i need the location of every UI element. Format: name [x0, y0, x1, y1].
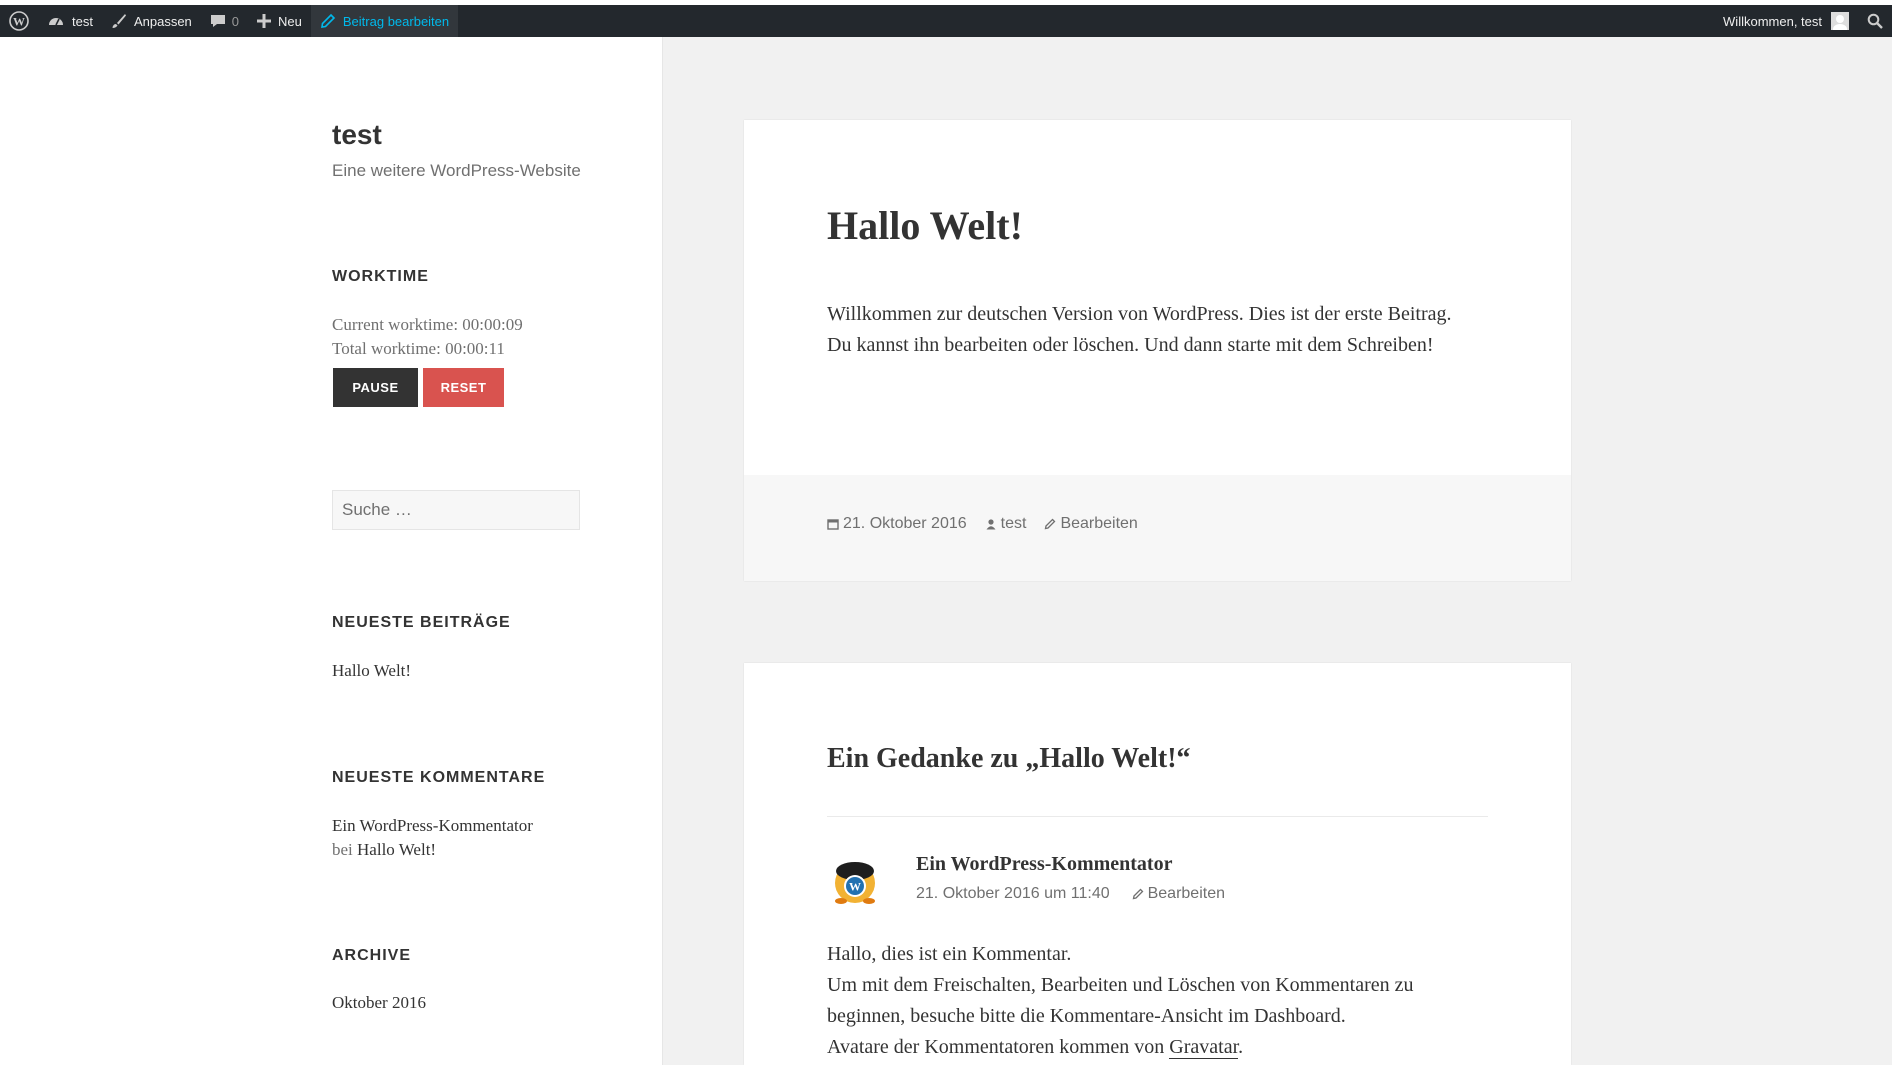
total-worktime: Total worktime: 00:00:11 — [332, 339, 505, 358]
post-edit: Bearbeiten — [1060, 515, 1138, 532]
comments-title: Ein Gedanke zu „Hallo Welt!“ — [827, 743, 1191, 774]
post-content: Willkommen zur deutschen Version von Wor… — [827, 303, 1452, 356]
site-description: Eine weitere WordPress-Website — [332, 161, 581, 180]
edit-post-label: Beitrag bearbeiten — [342, 13, 450, 29]
comment-meta: 21. Oktober 2016 um 11:40 Bearbeiten — [916, 885, 1225, 903]
post-date: 21. Oktober 2016 — [843, 515, 967, 532]
sidebar: test Eine weitere WordPress-Website WORK… — [0, 37, 663, 1065]
svg-text:W: W — [13, 15, 25, 29]
divider — [827, 816, 1488, 817]
post-edit-link[interactable]: Bearbeiten — [1044, 515, 1138, 533]
pencil-icon — [320, 13, 336, 29]
post-author: test — [1000, 515, 1027, 532]
archive-link[interactable]: Oktober 2016 — [332, 993, 426, 1013]
customize-button[interactable]: Anpassen — [102, 5, 201, 37]
search-button[interactable] — [1858, 5, 1892, 37]
comments-card: Ein Gedanke zu „Hallo Welt!“ W Ein WordP… — [744, 663, 1571, 1065]
comment-edit: Bearbeiten — [1147, 885, 1225, 902]
svg-text:W: W — [849, 880, 861, 894]
recent-comment-post-link[interactable]: Hallo Welt! — [357, 840, 436, 859]
comment-line-1: Hallo, dies ist ein Kommentar. — [827, 943, 1072, 965]
user-icon — [986, 519, 996, 530]
post-card: Hallo Welt! Willkommen zur deutschen Ver… — [744, 120, 1571, 581]
comment-line-3: Avatare der Kommentatoren kommen von Gra… — [827, 1032, 1477, 1063]
welcome-label: Willkommen, test — [1723, 13, 1822, 29]
comment-author: Ein WordPress-Kommentator — [916, 853, 1173, 875]
avatar — [1831, 12, 1849, 30]
pencil-icon — [1045, 518, 1056, 530]
recent-posts-title: NEUESTE BEITRÄGE — [332, 614, 511, 631]
search-input[interactable]: Suche … — [332, 490, 580, 530]
site-name-label: test — [72, 13, 93, 29]
customize-label: Anpassen — [133, 13, 192, 29]
post-date-link[interactable]: 21. Oktober 2016 — [827, 515, 967, 533]
comments-button[interactable]: 0 — [201, 5, 248, 37]
plus-icon — [257, 14, 272, 28]
admin-bar: W test Anpassen 0 Neu Beitrag bearbeiten… — [0, 0, 1892, 37]
my-account-button[interactable]: Willkommen, test — [1714, 5, 1858, 37]
pencil-icon — [1132, 888, 1144, 900]
comment-date-link[interactable]: 21. Oktober 2016 um 11:40 — [916, 885, 1110, 903]
comments-count: 0 — [231, 13, 240, 29]
recent-comment-author-link[interactable]: Ein WordPress-Kommentator — [332, 816, 533, 836]
recent-comment-line: bei Hallo Welt! — [332, 840, 436, 860]
wordpress-logo-icon: W — [9, 11, 29, 31]
wordpress-logo-button[interactable]: W — [0, 5, 38, 37]
commenter-avatar-icon: W — [827, 853, 883, 914]
new-content-button[interactable]: Neu — [248, 5, 311, 37]
post-author-link[interactable]: test — [985, 515, 1027, 533]
comment-bubble-icon — [210, 13, 226, 29]
site-title[interactable]: test — [332, 119, 382, 151]
post-meta: 21. Oktober 2016 test Bearbeiten — [827, 515, 1156, 533]
current-worktime: Current worktime: 00:00:09 — [332, 315, 523, 334]
search-placeholder: Suche … — [342, 500, 412, 519]
edit-post-button[interactable]: Beitrag bearbeiten — [310, 5, 459, 37]
archive-title: ARCHIVE — [332, 947, 412, 964]
site-name-button[interactable]: test — [38, 5, 102, 37]
recent-comments-title: NEUESTE KOMMENTARE — [332, 769, 546, 786]
worktime-widget-title: WORKTIME — [332, 268, 429, 285]
reset-button[interactable]: RESET — [423, 368, 504, 407]
gravatar-link[interactable]: Gravatar — [1169, 1036, 1239, 1059]
recent-comment-on: bei — [332, 840, 353, 859]
new-label: Neu — [278, 13, 302, 29]
pause-button[interactable]: PAUSE — [333, 368, 418, 407]
post-title[interactable]: Hallo Welt! — [827, 202, 1023, 249]
comment-edit-link[interactable]: Bearbeiten — [1132, 885, 1225, 903]
recent-post-link[interactable]: Hallo Welt! — [332, 661, 411, 681]
comment-line-2: Um mit dem Freischalten, Bearbeiten und … — [827, 974, 1414, 1027]
brush-icon — [111, 13, 127, 29]
dashboard-icon — [47, 13, 65, 29]
comment-line-3-prefix: Avatare der Kommentatoren kommen von — [827, 1036, 1170, 1058]
calendar-icon — [827, 519, 839, 530]
search-icon — [1867, 13, 1883, 29]
comment-content: Hallo, dies ist ein Kommentar. Um mit de… — [827, 939, 1477, 1063]
comment-line-3-suffix: . — [1238, 1036, 1244, 1058]
